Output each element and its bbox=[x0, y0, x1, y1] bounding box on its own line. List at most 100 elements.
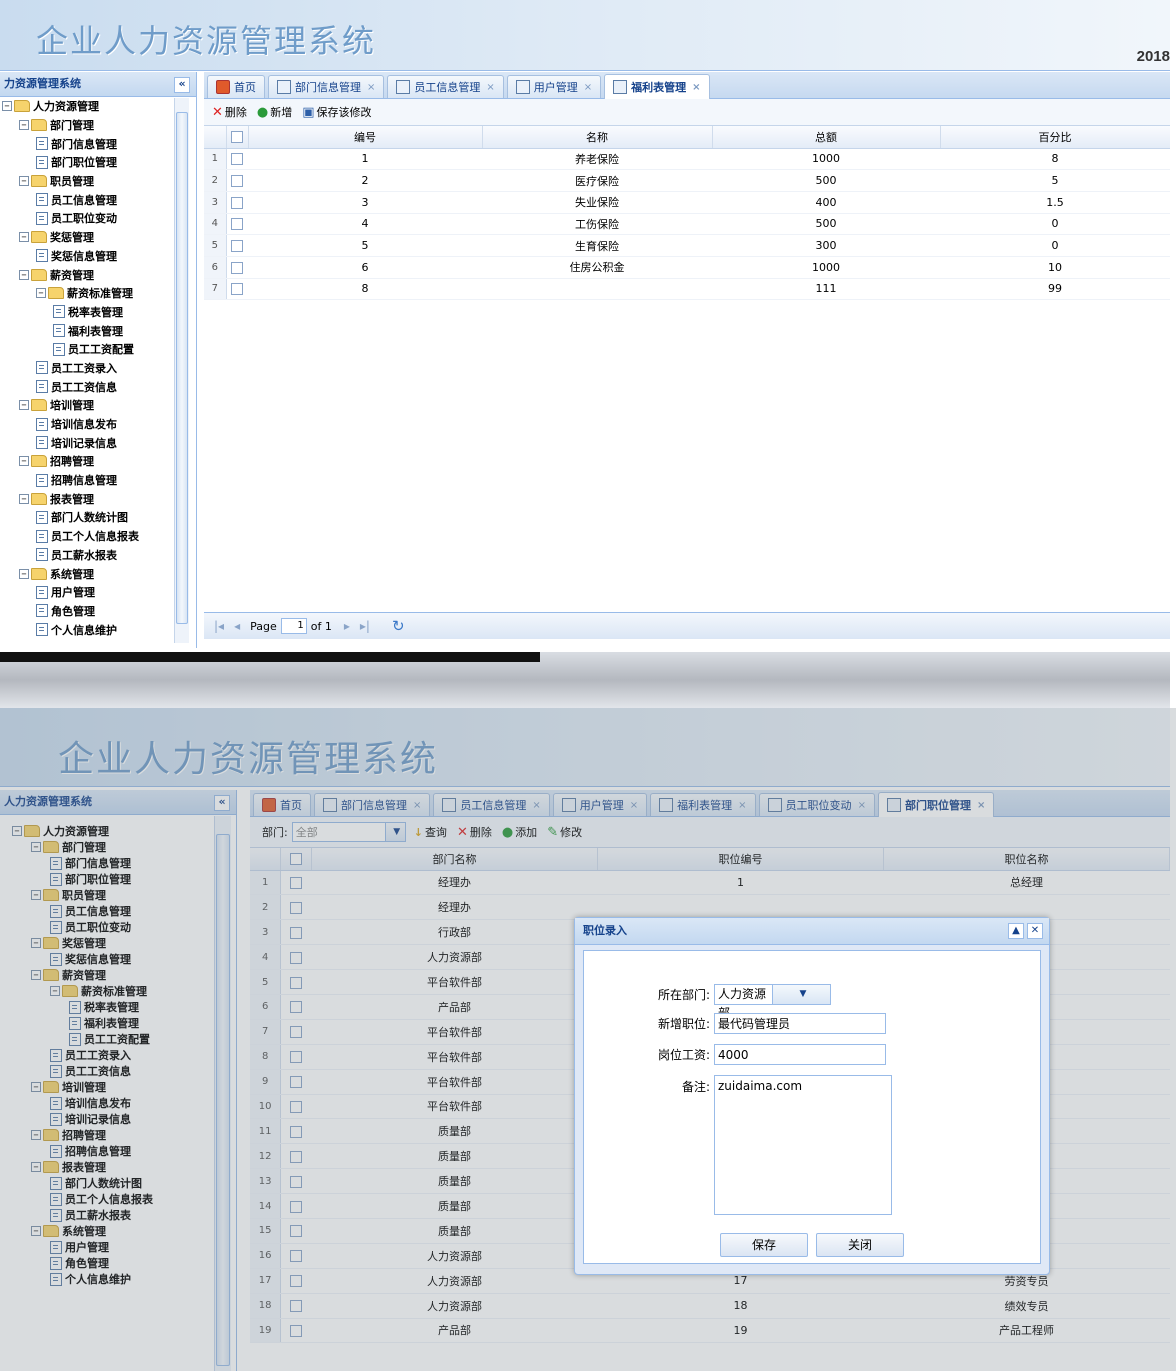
page-input[interactable]: 1 bbox=[280, 618, 307, 634]
delete-button[interactable]: ✕ 删除 bbox=[212, 104, 247, 120]
tree-leaf[interactable]: 部门信息管理 bbox=[0, 134, 196, 153]
tree-leaf[interactable]: 个人信息维护 bbox=[0, 620, 196, 639]
tab-close-icon[interactable]: × bbox=[367, 82, 375, 93]
expand-icon[interactable]: − bbox=[2, 101, 12, 112]
tab-close-icon[interactable]: × bbox=[584, 82, 592, 93]
column-header[interactable]: 百分比 bbox=[940, 126, 1170, 149]
table-row[interactable]: 4 4 工伤保险 500 0 bbox=[204, 213, 1170, 236]
table-row[interactable]: 5 5 生育保险 300 0 bbox=[204, 234, 1170, 257]
table-row[interactable]: 2 2 医疗保险 500 5 bbox=[204, 169, 1170, 192]
tree-folder[interactable]: − 人力资源管理 bbox=[0, 97, 196, 116]
expand-icon[interactable]: − bbox=[19, 568, 29, 579]
save-button-2[interactable]: 保存 bbox=[720, 1233, 808, 1257]
row-checkbox[interactable] bbox=[231, 240, 244, 253]
tree-leaf[interactable]: 部门人数统计图 bbox=[0, 508, 196, 527]
close-button[interactable]: 关闭 bbox=[816, 1233, 904, 1257]
select-all-cell[interactable] bbox=[226, 126, 249, 149]
prev-page-icon[interactable]: ◂ bbox=[234, 619, 240, 633]
column-header[interactable]: 编号 bbox=[248, 126, 483, 149]
add-label: 新增 bbox=[270, 106, 293, 119]
row-checkbox[interactable] bbox=[231, 283, 244, 296]
tree-leaf[interactable]: 员工工资录入 bbox=[0, 359, 196, 378]
tree-leaf[interactable]: 用户管理 bbox=[0, 583, 196, 602]
first-page-icon[interactable]: |◂ bbox=[214, 619, 224, 633]
tree-folder[interactable]: − 部门管理 bbox=[0, 116, 196, 135]
expand-icon[interactable]: − bbox=[36, 288, 46, 299]
tree-leaf[interactable]: 培训记录信息 bbox=[0, 433, 196, 452]
tree-leaf[interactable]: 招聘信息管理 bbox=[0, 471, 196, 490]
expand-icon[interactable]: − bbox=[19, 456, 29, 467]
tree-leaf[interactable]: 员工薪水报表 bbox=[0, 546, 196, 565]
tree-leaf[interactable]: 税率表管理 bbox=[0, 303, 196, 322]
tree-leaf[interactable]: 福利表管理 bbox=[0, 321, 196, 340]
select-all-checkbox[interactable] bbox=[231, 131, 243, 144]
save-button[interactable]: ▣ 保存该修改 bbox=[302, 104, 371, 120]
row-select-cell[interactable] bbox=[226, 148, 248, 171]
expand-icon[interactable]: − bbox=[19, 232, 29, 243]
tree-leaf[interactable]: 培训信息发布 bbox=[0, 415, 196, 434]
table-row[interactable]: 3 3 失业保险 400 1.5 bbox=[204, 191, 1170, 214]
row-checkbox[interactable] bbox=[231, 153, 244, 166]
tab-item[interactable]: 首页 bbox=[207, 75, 265, 98]
row-checkbox[interactable] bbox=[231, 218, 244, 231]
tree-folder[interactable]: − 奖惩管理 bbox=[0, 228, 196, 247]
tree-leaf[interactable]: 员工职位变动 bbox=[0, 209, 196, 228]
last-page-icon[interactable]: ▸| bbox=[360, 619, 370, 633]
tree-leaf[interactable]: 员工工资信息 bbox=[0, 377, 196, 396]
table-cell: 1.5 bbox=[940, 191, 1170, 214]
tree-leaf[interactable]: 角色管理 bbox=[0, 602, 196, 621]
dialog-header: 职位录入 ▲ ✕ bbox=[575, 918, 1049, 945]
expand-icon[interactable]: − bbox=[19, 120, 29, 131]
row-select-cell[interactable] bbox=[226, 191, 248, 214]
row-checkbox[interactable] bbox=[231, 261, 244, 274]
row-select-cell[interactable] bbox=[226, 234, 248, 257]
tree-folder[interactable]: − 薪资标准管理 bbox=[0, 284, 196, 303]
row-select-cell[interactable] bbox=[226, 256, 248, 279]
row-number-header bbox=[204, 126, 227, 149]
row-checkbox[interactable] bbox=[231, 196, 244, 209]
tree-folder[interactable]: − 报表管理 bbox=[0, 489, 196, 508]
sidebar-scrollbar[interactable] bbox=[174, 98, 189, 643]
refresh-icon[interactable]: ↻ bbox=[392, 617, 405, 635]
tab-item[interactable]: 福利表管理 × bbox=[604, 74, 710, 99]
tab-item[interactable]: 员工信息管理 × bbox=[387, 75, 504, 98]
tree-leaf[interactable]: 奖惩信息管理 bbox=[0, 247, 196, 266]
chevron-down-icon-2[interactable]: ▼ bbox=[772, 985, 830, 1004]
column-header[interactable]: 总额 bbox=[712, 126, 941, 149]
tab-close-icon[interactable]: × bbox=[692, 82, 700, 93]
tree-folder[interactable]: − 薪资管理 bbox=[0, 265, 196, 284]
expand-icon[interactable]: − bbox=[19, 269, 29, 280]
tab-item[interactable]: 用户管理 × bbox=[506, 75, 602, 98]
row-select-cell[interactable] bbox=[226, 169, 248, 192]
tree-leaf[interactable]: 部门职位管理 bbox=[0, 153, 196, 172]
expand-icon[interactable]: − bbox=[19, 176, 29, 187]
tree-folder[interactable]: − 招聘管理 bbox=[0, 452, 196, 471]
scrollbar-thumb[interactable] bbox=[176, 112, 188, 624]
tree-folder[interactable]: − 职员管理 bbox=[0, 172, 196, 191]
row-checkbox[interactable] bbox=[231, 175, 244, 188]
column-header[interactable]: 名称 bbox=[482, 126, 713, 149]
expand-icon[interactable]: − bbox=[19, 400, 29, 411]
table-row[interactable]: 6 6 住房公积金 1000 10 bbox=[204, 256, 1170, 279]
remark-textarea[interactable]: zuidaima.com bbox=[714, 1075, 892, 1215]
row-select-cell[interactable] bbox=[226, 278, 248, 301]
table-row[interactable]: 7 8 111 99 bbox=[204, 278, 1170, 301]
collapse-up-icon[interactable]: ▲ bbox=[1008, 923, 1024, 939]
row-select-cell[interactable] bbox=[226, 213, 248, 236]
tab-item[interactable]: 部门信息管理 × bbox=[268, 75, 385, 98]
tree-folder[interactable]: − 培训管理 bbox=[0, 396, 196, 415]
tree-leaf[interactable]: 员工工资配置 bbox=[0, 340, 196, 359]
tree-leaf[interactable]: 员工信息管理 bbox=[0, 190, 196, 209]
tab-close-icon[interactable]: × bbox=[486, 82, 494, 93]
next-page-icon[interactable]: ▸ bbox=[344, 619, 350, 633]
tree-folder[interactable]: − 系统管理 bbox=[0, 564, 196, 583]
position-field[interactable]: 最代码管理员 bbox=[714, 1013, 886, 1034]
dept-field-select[interactable]: 人力资源部 ▼ bbox=[714, 984, 831, 1020]
salary-field[interactable]: 4000 bbox=[714, 1044, 886, 1065]
expand-icon[interactable]: − bbox=[19, 493, 29, 504]
table-row[interactable]: 1 1 养老保险 1000 8 bbox=[204, 148, 1170, 171]
collapse-icon[interactable]: « bbox=[174, 77, 190, 93]
tree-leaf[interactable]: 员工个人信息报表 bbox=[0, 527, 196, 546]
close-icon[interactable]: ✕ bbox=[1027, 923, 1043, 939]
add-button[interactable]: ● 新增 bbox=[257, 104, 292, 120]
